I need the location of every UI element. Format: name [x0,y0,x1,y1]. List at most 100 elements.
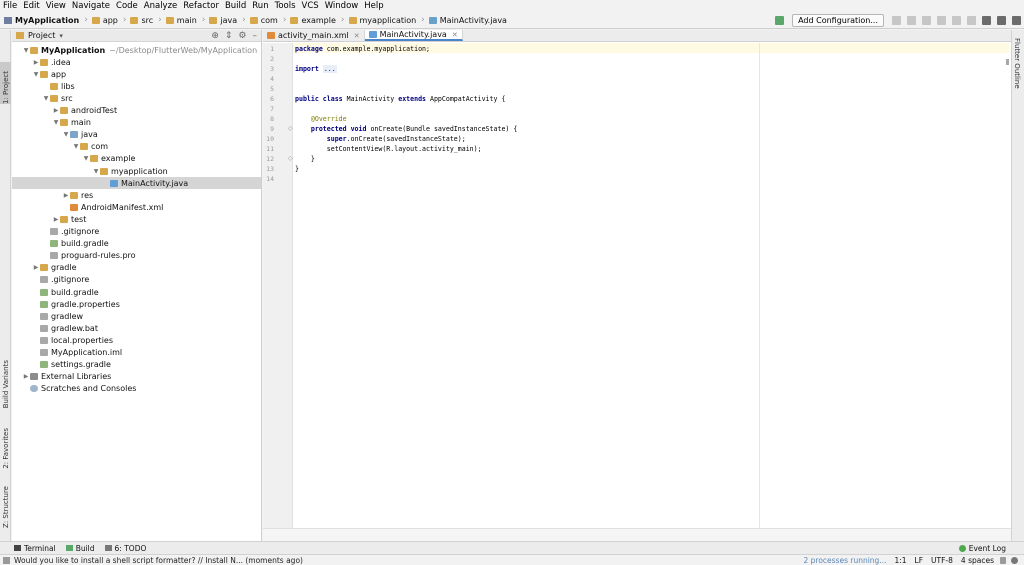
tree-item[interactable]: gradlew.bat [12,322,261,334]
inspection-marker[interactable] [1006,59,1009,65]
tree-item[interactable]: .gitignore [12,274,261,286]
stop-icon[interactable] [952,16,961,25]
tool-button-terminal[interactable]: Terminal [14,544,56,553]
expand-down-icon[interactable]: ▼ [42,95,50,102]
tree-item[interactable]: ▶ test [12,213,261,225]
search-icon[interactable] [1012,16,1021,25]
breadcrumb-item[interactable]: MyApplication [4,16,79,25]
status-window-icon[interactable] [3,556,10,564]
menu-edit[interactable]: Edit [23,1,39,11]
expand-right-icon[interactable]: ▶ [62,192,70,199]
tree-item[interactable]: ▼ src [12,92,261,104]
debug-icon[interactable] [907,16,916,25]
expand-down-icon[interactable]: ▼ [92,168,100,175]
code-area[interactable]: package com.example.myapplication; import… [295,43,1009,528]
tree-item[interactable]: ▼ MyApplication ~/Desktop/FlutterWeb/MyApp… [12,44,261,56]
tool-button-6-todo[interactable]: 6: TODO [104,544,146,553]
file-encoding[interactable]: UTF-8 [931,556,953,565]
menu-code[interactable]: Code [116,1,138,11]
chevron-down-icon[interactable]: ▾ [59,32,63,40]
expand-down-icon[interactable]: ▼ [32,71,40,78]
tree-item[interactable]: ▶ .idea [12,56,261,68]
tree-item[interactable]: AndroidManifest.xml [12,201,261,213]
project-structure-icon[interactable] [982,16,991,25]
expand-right-icon[interactable]: ▶ [22,373,30,380]
gear-icon[interactable]: ⚙ [238,30,246,42]
run-icon[interactable] [892,16,901,25]
tree-item[interactable]: ▼ com [12,141,261,153]
inspector-icon[interactable] [1011,556,1018,564]
tree-item[interactable]: ▶ External Libraries [12,371,261,383]
tree-item[interactable]: ▼ app [12,68,261,80]
expand-right-icon[interactable]: ▶ [52,216,60,223]
tree-item[interactable]: .gitignore [12,226,261,238]
fold-marker-icon[interactable]: ◇ [288,154,293,164]
expand-down-icon[interactable]: ▼ [72,143,80,150]
add-configuration-button[interactable]: Add Configuration... [792,14,884,27]
build-hammer-icon[interactable] [775,16,785,25]
tree-item[interactable]: ▼ java [12,129,261,141]
close-icon[interactable]: ✕ [354,32,360,40]
lock-icon[interactable] [1000,556,1006,564]
fold-marker-icon[interactable]: ◇ [288,124,293,134]
tree-item[interactable]: gradlew [12,310,261,322]
close-icon[interactable]: ✕ [452,31,458,39]
hide-panel-icon[interactable]: – [253,30,258,42]
tree-item[interactable]: proguard-rules.pro [12,250,261,262]
menu-build[interactable]: Build [225,1,246,11]
editor-tab[interactable]: MainActivity.java ✕ [364,30,463,41]
editor-horizontal-scroll[interactable] [263,528,1011,541]
expand-down-icon[interactable]: ▼ [52,119,60,126]
tree-item[interactable]: MyApplication.iml [12,347,261,359]
tree-item[interactable]: MainActivity.java [12,177,261,190]
expand-right-icon[interactable]: ▶ [32,264,40,271]
editor-tab[interactable]: activity_main.xml ✕ [263,30,365,41]
profile-icon[interactable] [922,16,931,25]
tree-item[interactable]: build.gradle [12,238,261,250]
tool-tab-flutter-outline[interactable]: Flutter Outline [1013,38,1024,91]
breadcrumb-item[interactable]: src [130,16,153,25]
menu-navigate[interactable]: Navigate [72,1,110,11]
expand-down-icon[interactable]: ▼ [62,131,70,138]
tree-item[interactable]: gradle.properties [12,298,261,310]
tool-tab-build-variants[interactable]: Build Variants [0,360,11,408]
status-message[interactable]: Would you like to install a shell script… [14,556,303,565]
menu-file[interactable]: File [3,1,17,11]
tree-item[interactable]: ▼ myapplication [12,165,261,177]
breadcrumb-item[interactable]: main [165,16,197,25]
menu-run[interactable]: Run [252,1,268,11]
tool-tab-project[interactable]: 1: Project [0,62,11,104]
menu-window[interactable]: Window [325,1,359,11]
tool-button-build[interactable]: Build [65,544,95,553]
tree-item[interactable]: Scratches and Consoles [12,383,261,395]
attach-debugger-icon[interactable] [937,16,946,25]
menu-vcs[interactable]: VCS [302,1,319,11]
tree-item[interactable]: ▶ androidTest [12,105,261,117]
tree-item[interactable]: build.gradle [12,286,261,298]
scroll-from-source-icon[interactable]: ⊕ [211,30,219,42]
sdk-manager-icon[interactable] [997,16,1006,25]
expand-down-icon[interactable]: ▼ [22,47,30,54]
tree-item[interactable]: local.properties [12,334,261,346]
breadcrumb-item[interactable]: app [91,16,118,25]
breadcrumb-item[interactable]: example [290,16,336,25]
breadcrumb-item[interactable]: com [249,16,278,25]
line-separator[interactable]: LF [915,556,924,565]
collapse-all-icon[interactable]: ⇕ [225,30,233,42]
expand-right-icon[interactable]: ▶ [52,107,60,114]
tree-item[interactable]: ▼ example [12,153,261,165]
menu-refactor[interactable]: Refactor [183,1,219,11]
caret-position[interactable]: 1:1 [894,556,906,565]
tree-item[interactable]: ▶ gradle [12,262,261,274]
indent-setting[interactable]: 4 spaces [961,556,994,565]
background-processes[interactable]: 2 processes running... [803,556,886,565]
tree-item[interactable]: ▶ res [12,189,261,201]
editor-scrollbar[interactable] [1003,43,1011,528]
tool-tab-structure[interactable]: Z: Structure [0,486,11,528]
menu-analyze[interactable]: Analyze [144,1,178,11]
breadcrumb-item[interactable]: myapplication [348,16,416,25]
expand-right-icon[interactable]: ▶ [32,59,40,66]
expand-down-icon[interactable]: ▼ [82,155,90,162]
menu-tools[interactable]: Tools [275,1,296,11]
tree-item[interactable]: settings.gradle [12,359,261,371]
